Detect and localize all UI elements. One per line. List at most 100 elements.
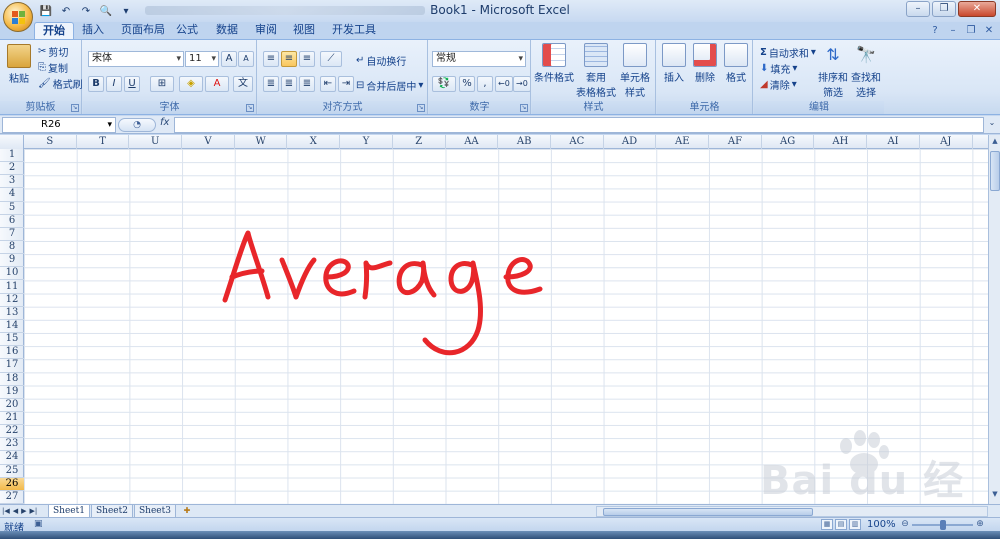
align-right-button[interactable]: ≣ bbox=[299, 76, 315, 92]
grow-font-button[interactable]: A bbox=[221, 51, 237, 67]
scroll-down-icon[interactable]: ▼ bbox=[990, 490, 1000, 502]
zoom-in-icon[interactable]: ⊕ bbox=[975, 519, 985, 529]
tab-formulas[interactable]: 公式 bbox=[168, 22, 206, 39]
format-as-table-button[interactable]: 套用 表格格式 bbox=[576, 43, 616, 99]
row-header-9[interactable]: 9 bbox=[0, 254, 24, 268]
align-top-button[interactable]: ≡ bbox=[263, 51, 279, 67]
cut-button[interactable]: ✂ 剪切 bbox=[38, 44, 68, 59]
row-header-10[interactable]: 10 bbox=[0, 267, 24, 281]
row-header-23[interactable]: 23 bbox=[0, 438, 24, 452]
alignment-launcher-icon[interactable]: ↘ bbox=[417, 104, 425, 112]
tab-home[interactable]: 开始 bbox=[34, 22, 74, 39]
underline-button[interactable]: U bbox=[124, 76, 140, 92]
row-header-3[interactable]: 3 bbox=[0, 175, 24, 189]
decrease-decimal-button[interactable]: →0 bbox=[513, 76, 531, 92]
horizontal-scroll-thumb[interactable] bbox=[603, 508, 813, 516]
row-header-26[interactable]: 26 bbox=[0, 477, 24, 491]
formula-input[interactable] bbox=[174, 117, 984, 133]
scroll-up-icon[interactable]: ▲ bbox=[990, 137, 1000, 149]
shrink-font-button[interactable]: A bbox=[238, 51, 254, 67]
orientation-button[interactable]: ⟋ bbox=[320, 51, 342, 67]
accounting-format-button[interactable]: 💱 bbox=[432, 76, 456, 92]
wrap-text-button[interactable]: ↵ 自动换行 bbox=[356, 53, 406, 68]
paste-button[interactable]: 粘贴 bbox=[6, 44, 32, 85]
macro-record-icon[interactable]: ▣ bbox=[34, 519, 46, 530]
font-launcher-icon[interactable]: ↘ bbox=[246, 104, 254, 112]
copy-button[interactable]: ⎘ 复制 bbox=[38, 60, 68, 75]
zoom-knob[interactable] bbox=[940, 520, 946, 530]
column-header-ab[interactable]: AB bbox=[498, 135, 551, 149]
autosum-button[interactable]: Σ 自动求和 ▾ bbox=[760, 45, 816, 60]
tab-review[interactable]: 审阅 bbox=[247, 22, 285, 39]
column-header-af[interactable]: AF bbox=[709, 135, 762, 149]
ribbon-close-icon[interactable]: ✕ bbox=[982, 24, 996, 37]
office-button[interactable] bbox=[3, 2, 33, 32]
column-header-x[interactable]: X bbox=[288, 135, 341, 149]
insert-cells-button[interactable]: 插入 bbox=[659, 43, 689, 84]
cell-styles-button[interactable]: 单元格 样式 bbox=[616, 43, 654, 99]
tab-insert[interactable]: 插入 bbox=[74, 22, 112, 39]
increase-indent-button[interactable]: ⇥ bbox=[338, 76, 354, 92]
tab-page-layout[interactable]: 页面布局 bbox=[113, 22, 173, 39]
format-cells-button[interactable]: 格式 bbox=[721, 43, 751, 84]
font-color-button[interactable]: A bbox=[205, 76, 229, 92]
tab-developer[interactable]: 开发工具 bbox=[324, 22, 384, 39]
column-header-t[interactable]: T bbox=[77, 135, 130, 149]
worksheet-grid[interactable]: S T U V W X Y Z AA AB AC AD AE AF AG AH AI AJ 1 2 3 4 5 6 7 8 9 10… bbox=[0, 135, 988, 504]
page-layout-view-icon[interactable]: ▤ bbox=[835, 519, 847, 530]
comma-button[interactable]: , bbox=[477, 76, 493, 92]
insert-sheet-icon[interactable]: ✚ bbox=[180, 506, 194, 517]
vertical-scrollbar[interactable]: ▲ ▼ bbox=[988, 135, 1000, 504]
column-header-aa[interactable]: AA bbox=[446, 135, 499, 149]
close-button[interactable]: ✕ bbox=[958, 1, 996, 17]
insert-function-button[interactable]: fx bbox=[160, 117, 169, 128]
column-header-aj[interactable]: AJ bbox=[920, 135, 973, 149]
column-header-w[interactable]: W bbox=[235, 135, 288, 149]
select-all-corner[interactable] bbox=[0, 135, 24, 149]
row-header-13[interactable]: 13 bbox=[0, 307, 24, 320]
ribbon-minimize-icon[interactable]: – bbox=[946, 24, 960, 37]
column-header-ai[interactable]: AI bbox=[867, 135, 920, 149]
align-middle-button[interactable]: ≡ bbox=[281, 51, 297, 67]
phonetic-button[interactable]: 文 bbox=[233, 76, 253, 92]
align-left-button[interactable]: ≣ bbox=[263, 76, 279, 92]
align-center-button[interactable]: ≣ bbox=[281, 76, 297, 92]
vertical-scroll-thumb[interactable] bbox=[990, 151, 1000, 191]
ribbon-restore-icon[interactable]: ❐ bbox=[964, 24, 978, 37]
column-header-ag[interactable]: AG bbox=[762, 135, 815, 149]
row-header-7[interactable]: 7 bbox=[0, 228, 24, 242]
column-header-z[interactable]: Z bbox=[393, 135, 446, 149]
row-header-4[interactable]: 4 bbox=[0, 188, 24, 202]
row-header-17[interactable]: 17 bbox=[0, 359, 24, 373]
row-header-19[interactable]: 19 bbox=[0, 386, 24, 399]
bold-button[interactable]: B bbox=[88, 76, 104, 92]
sort-filter-button[interactable]: ⇅ 排序和 筛选 bbox=[818, 43, 848, 99]
row-header-14[interactable]: 14 bbox=[0, 320, 24, 334]
column-header-v[interactable]: V bbox=[182, 135, 235, 149]
conditional-format-button[interactable]: 条件格式 bbox=[534, 43, 574, 84]
column-header-ad[interactable]: AD bbox=[604, 135, 657, 149]
row-header-15[interactable]: 15 bbox=[0, 333, 24, 347]
expand-formula-bar-icon[interactable]: ⌄ bbox=[986, 118, 998, 132]
border-button[interactable]: ⊞ bbox=[150, 76, 174, 92]
normal-view-icon[interactable]: ▦ bbox=[821, 519, 833, 530]
formula-cancel-enter-pill[interactable]: ◔ bbox=[118, 118, 156, 132]
column-header-y[interactable]: Y bbox=[340, 135, 393, 149]
row-header-21[interactable]: 21 bbox=[0, 412, 24, 426]
decrease-indent-button[interactable]: ⇤ bbox=[320, 76, 336, 92]
zoom-out-icon[interactable]: ⊖ bbox=[900, 519, 910, 529]
tab-data[interactable]: 数据 bbox=[208, 22, 246, 39]
tab-view[interactable]: 视图 bbox=[285, 22, 323, 39]
number-launcher-icon[interactable]: ↘ bbox=[520, 104, 528, 112]
row-header-12[interactable]: 12 bbox=[0, 294, 24, 307]
row-header-18[interactable]: 18 bbox=[0, 373, 24, 386]
column-header-u[interactable]: U bbox=[129, 135, 183, 149]
column-header-ac[interactable]: AC bbox=[551, 135, 604, 149]
cell-area[interactable] bbox=[24, 149, 988, 504]
column-header-ah[interactable]: AH bbox=[815, 135, 868, 149]
name-box[interactable]: R26 bbox=[2, 117, 116, 133]
increase-decimal-button[interactable]: ←0 bbox=[495, 76, 513, 92]
fill-button[interactable]: ⬇ 填充 ▾ bbox=[760, 61, 797, 76]
italic-button[interactable]: I bbox=[106, 76, 122, 92]
page-break-view-icon[interactable]: ▥ bbox=[849, 519, 861, 530]
